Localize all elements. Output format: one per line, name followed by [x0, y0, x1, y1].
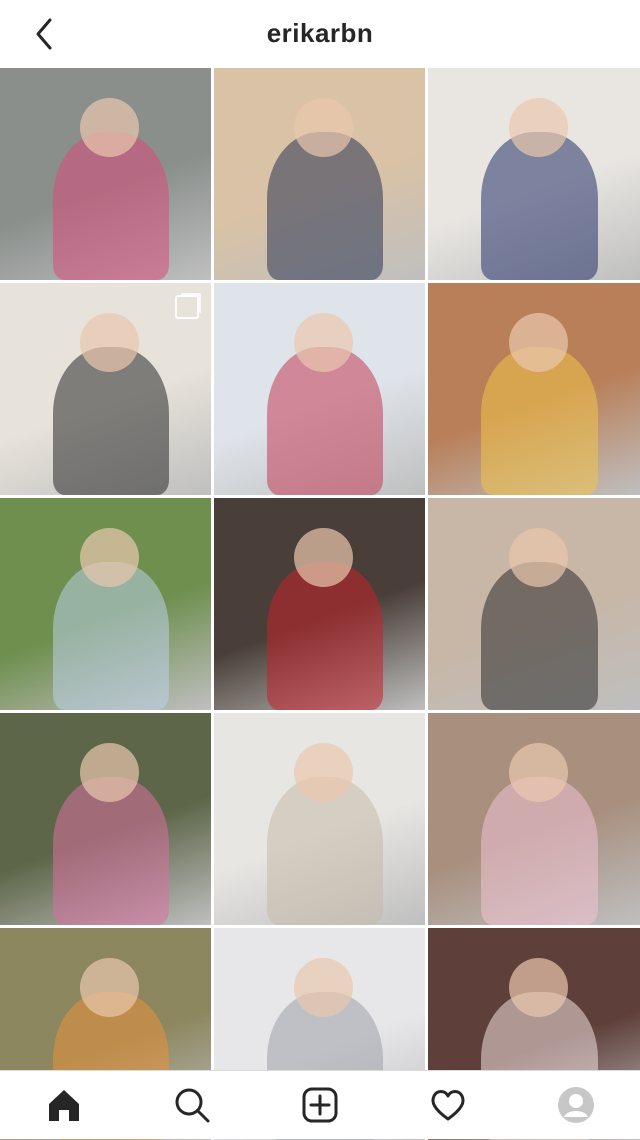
photo-face	[80, 97, 140, 158]
photo-face	[294, 312, 354, 373]
photo-thumbnail[interactable]	[0, 68, 211, 280]
activity-heart-icon[interactable]	[418, 1075, 478, 1135]
photo-thumbnail[interactable]	[428, 283, 640, 495]
profile-username: erikarbn	[266, 18, 374, 48]
photo-face	[294, 742, 354, 803]
photo-thumbnail[interactable]	[428, 498, 640, 710]
profile-avatar-icon[interactable]	[546, 1075, 606, 1135]
photo-face	[80, 957, 140, 1018]
photo-face	[294, 97, 354, 158]
multiple-photos-icon	[175, 295, 199, 319]
bottom-nav	[0, 1070, 640, 1139]
photo-face	[508, 312, 568, 373]
photo-face	[508, 957, 568, 1018]
photo-thumbnail[interactable]	[428, 68, 640, 280]
home-icon[interactable]	[34, 1075, 94, 1135]
photo-thumbnail[interactable]	[0, 498, 211, 710]
photo-face	[294, 527, 354, 588]
new-post-icon[interactable]	[290, 1075, 350, 1135]
search-icon[interactable]	[162, 1075, 222, 1135]
photo-thumbnail[interactable]	[428, 713, 640, 925]
photo-thumbnail[interactable]	[0, 713, 211, 925]
photo-thumbnail[interactable]	[214, 713, 425, 925]
photo-thumbnail[interactable]	[214, 68, 425, 280]
photo-face	[508, 742, 568, 803]
photo-face	[294, 957, 354, 1018]
photo-face	[80, 527, 140, 588]
photo-face	[508, 527, 568, 588]
photo-thumbnail[interactable]	[214, 283, 425, 495]
photo-thumbnail[interactable]	[0, 283, 211, 495]
posts-grid	[0, 68, 640, 1140]
photo-face	[508, 97, 568, 158]
photo-face	[80, 742, 140, 803]
top-bar: erikarbn	[0, 0, 640, 68]
photo-thumbnail[interactable]	[214, 498, 425, 710]
photo-face	[80, 312, 140, 373]
